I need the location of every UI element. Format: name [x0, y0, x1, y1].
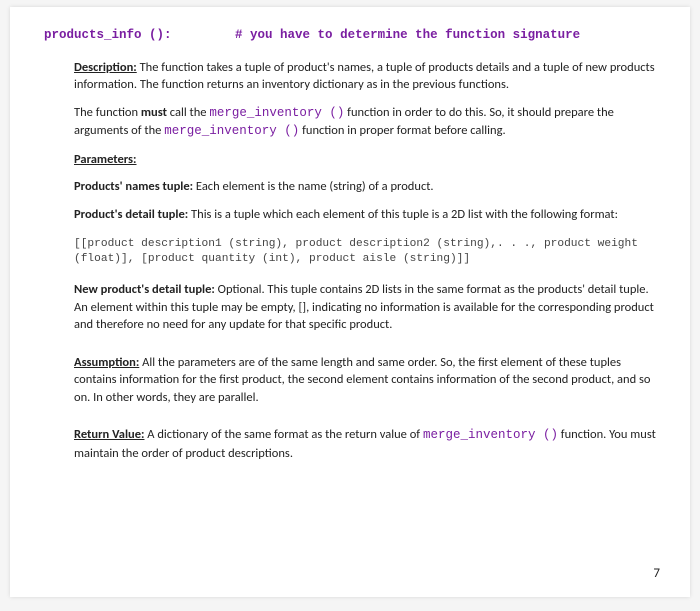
- parameters-heading: Parameters:: [74, 151, 656, 169]
- merge-inventory-ref-1: merge_inventory (): [209, 106, 344, 120]
- description-label: Description:: [74, 60, 137, 75]
- param-detail: Product's detail tuple: This is a tuple …: [74, 206, 656, 224]
- merge-inventory-ref-3: merge_inventory (): [423, 428, 558, 442]
- merge-inventory-ref-2: merge_inventory (): [164, 124, 299, 138]
- assumption-paragraph: Assumption: All the parameters are of th…: [74, 354, 656, 407]
- page-number: 7: [653, 565, 660, 583]
- param-names-label: Products' names tuple:: [74, 179, 193, 194]
- return-t1: A dictionary of the same format as the r…: [144, 427, 422, 442]
- description-paragraph: Description: The function takes a tuple …: [74, 59, 656, 94]
- signature-comment: # you have to determine the function sig…: [235, 28, 580, 42]
- must-word: must: [141, 105, 167, 120]
- assumption-label: Assumption:: [74, 355, 139, 370]
- return-label: Return Value:: [74, 427, 144, 442]
- param-names-text: Each element is the name (string) of a p…: [193, 179, 433, 194]
- param-detail-text: This is a tuple which each element of th…: [188, 207, 618, 222]
- must-t1: The function: [74, 105, 141, 120]
- detail-format-code: [[product description1 (string), product…: [74, 237, 656, 267]
- document-page: products_info (): # you have to determin…: [10, 7, 690, 597]
- param-new-detail-label: New product's detail tuple:: [74, 282, 215, 297]
- description-text: The function takes a tuple of product's …: [74, 60, 655, 93]
- function-signature-line: products_info (): # you have to determin…: [44, 27, 656, 45]
- param-new-detail: New product's detail tuple: Optional. Th…: [74, 281, 656, 334]
- must-t4: function in proper format before calling…: [299, 123, 505, 138]
- param-detail-label: Product's detail tuple:: [74, 207, 188, 222]
- must-paragraph: The function must call the merge_invento…: [74, 104, 656, 141]
- assumption-text: All the parameters are of the same lengt…: [74, 355, 650, 405]
- function-name: products_info ():: [44, 28, 172, 42]
- param-names: Products' names tuple: Each element is t…: [74, 178, 656, 196]
- must-t2: call the: [167, 105, 209, 120]
- body-section: Description: The function takes a tuple …: [74, 59, 656, 463]
- return-paragraph: Return Value: A dictionary of the same f…: [74, 426, 656, 462]
- parameters-label: Parameters:: [74, 152, 137, 167]
